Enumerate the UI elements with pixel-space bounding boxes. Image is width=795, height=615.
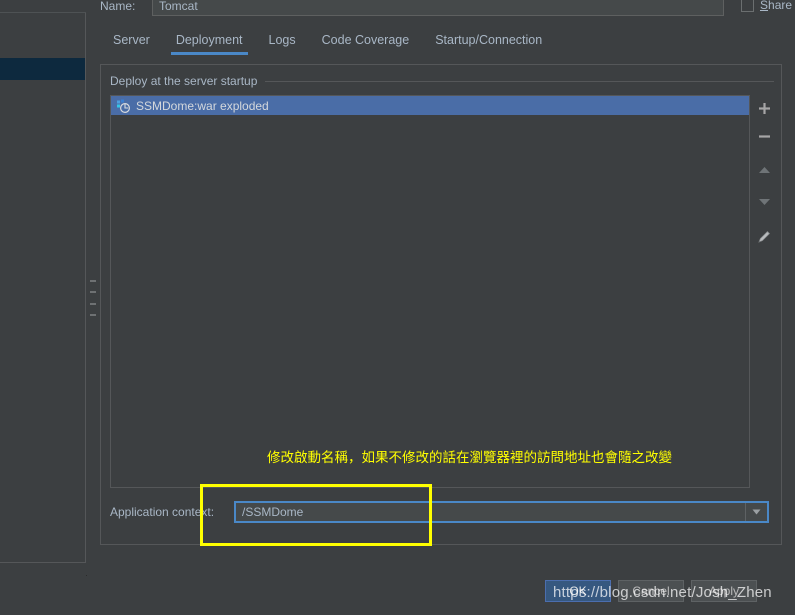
deploy-section-header: Deploy at the server startup — [110, 74, 774, 88]
deploy-section-title: Deploy at the server startup — [110, 74, 258, 88]
ok-button[interactable]: OK — [545, 580, 611, 602]
list-item[interactable]: SSMDome:war exploded — [111, 96, 749, 115]
artifact-icon — [116, 99, 131, 113]
share-checkbox-label: Share — [760, 0, 793, 12]
annotation-text: 修改啟動名稱，如果不修改的話在瀏覽器裡的訪問地址也會隨之改變 — [267, 450, 672, 466]
add-button[interactable] — [752, 95, 776, 121]
dialog-button-bar[interactable]: OK Cancel Apply — [545, 580, 757, 602]
configuration-tree-selected-item[interactable] — [0, 58, 85, 80]
artifact-list-toolbar[interactable] — [752, 95, 776, 488]
chevron-down-icon[interactable] — [745, 503, 767, 521]
name-input[interactable] — [152, 0, 724, 16]
panel-splitter[interactable] — [86, 12, 100, 575]
configuration-name-row: Name: Share — [100, 0, 795, 20]
tab-deployment[interactable]: Deployment — [163, 30, 256, 55]
application-context-combobox[interactable] — [234, 501, 769, 523]
move-down-button[interactable] — [752, 189, 776, 215]
application-context-label: Application context: — [110, 505, 215, 519]
tab-startup-connection[interactable]: Startup/Connection — [422, 30, 555, 55]
application-context-input[interactable] — [236, 502, 745, 522]
tab-code-coverage[interactable]: Code Coverage — [309, 30, 423, 55]
configuration-tree[interactable] — [0, 13, 86, 563]
share-checkbox[interactable]: Share — [741, 0, 792, 16]
name-label: Name: — [100, 0, 136, 13]
share-checkbox-box[interactable] — [741, 0, 754, 12]
cancel-button[interactable]: Cancel — [618, 580, 684, 602]
edit-button[interactable] — [752, 223, 776, 249]
configuration-tree-panel[interactable] — [0, 12, 87, 576]
remove-button[interactable] — [752, 123, 776, 149]
artifact-name: SSMDome:war exploded — [136, 98, 269, 113]
artifact-list[interactable]: SSMDome:war exploded — [110, 95, 750, 488]
tab-server[interactable]: Server — [100, 30, 163, 55]
application-context-row: Application context: — [110, 500, 774, 524]
configuration-tabs[interactable]: Server Deployment Logs Code Coverage Sta… — [100, 30, 795, 56]
splitter-grip-icon[interactable] — [90, 280, 96, 316]
move-up-button[interactable] — [752, 157, 776, 183]
section-divider — [265, 80, 774, 82]
deployment-panel: Deploy at the server startup SSMDome:war… — [100, 64, 782, 545]
apply-button[interactable]: Apply — [691, 580, 757, 602]
tab-logs[interactable]: Logs — [256, 30, 309, 55]
